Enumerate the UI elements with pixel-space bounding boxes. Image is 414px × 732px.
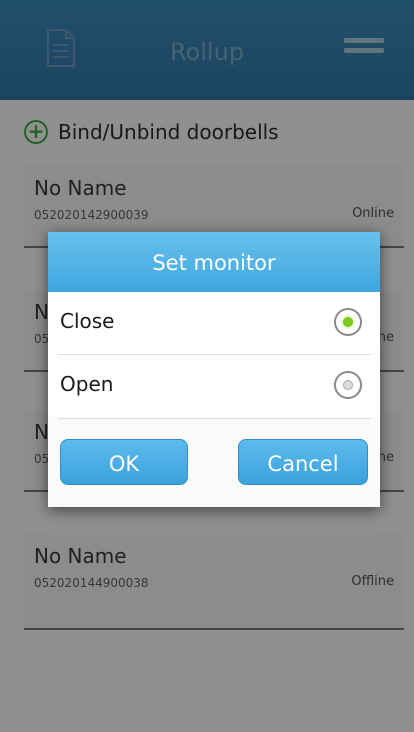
radio-unselected-icon[interactable] — [334, 371, 362, 399]
option-divider — [58, 418, 370, 419]
radio-dot — [343, 380, 353, 390]
set-monitor-dialog: Set monitor Close Open OK Cancel — [48, 232, 380, 507]
option-open[interactable]: Open — [48, 355, 380, 417]
option-close[interactable]: Close — [48, 292, 380, 354]
dialog-title: Set monitor — [48, 232, 380, 292]
radio-dot — [343, 317, 353, 327]
radio-selected-icon[interactable] — [334, 308, 362, 336]
ok-button[interactable]: OK — [60, 439, 188, 485]
cancel-button[interactable]: Cancel — [238, 439, 368, 485]
option-label: Close — [60, 309, 115, 333]
option-label: Open — [60, 372, 114, 396]
